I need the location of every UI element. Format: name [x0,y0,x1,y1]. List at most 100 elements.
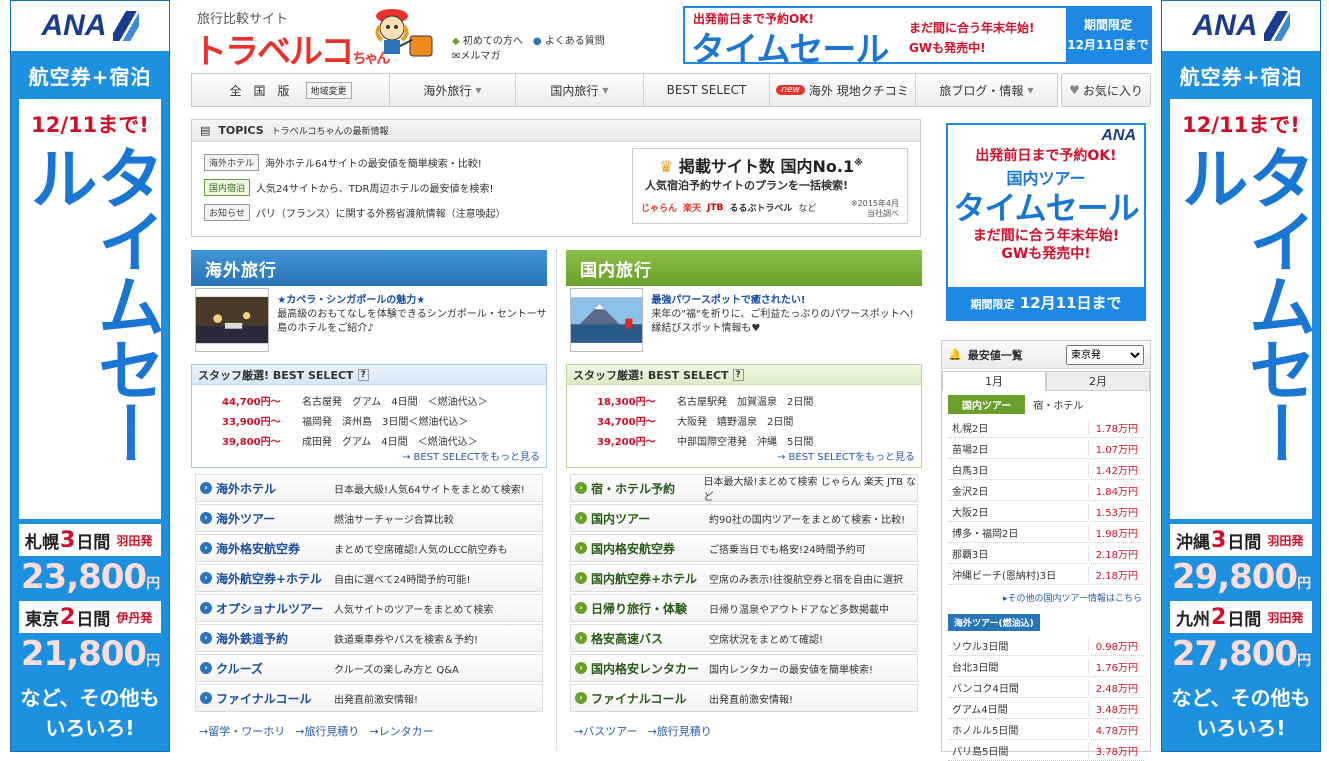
price-row[interactable]: 大阪2日 1.53万円 [948,501,1144,522]
price-row[interactable]: 那覇3日 2.18万円 [948,543,1144,564]
overseas-feature[interactable]: ★カペラ・シンガポールの魅力★ 最高級のおもてなしを体験できるシンガポール・セント… [195,288,547,360]
link-faq[interactable]: よくある質問 [545,36,605,47]
tab-jan[interactable]: 1月 [942,371,1046,391]
help-icon: ? [732,368,744,381]
best-select-box: スタッフ厳選! BEST SELECT? 44,700円〜 名古屋発 グアム 4日… [191,364,547,468]
domestic-feature[interactable]: 最強パワースポットで癒されたい! 来年の"福"を祈りに、ご利益たっぷりのパワースポ… [570,288,922,360]
best-item[interactable]: 39,800円〜 成田発 グアム 4日間 ＜燃油代込＞ [222,433,478,448]
service-row[interactable]: › 格安高速バス 空席状況をまとめて確認! [570,624,918,652]
price-row[interactable]: 金沢2日 1.84万円 [948,480,1144,501]
topic-tag: お知らせ [204,204,250,221]
domestic-more-link[interactable]: ▸その他の国内ツアー情報はこちら [1003,591,1142,604]
link-estimate[interactable]: →旅行見積り [295,723,359,739]
nav-overseas[interactable]: 海外旅行 ▼ [390,74,516,106]
service-row[interactable]: › 海外鉄道予約 鉄道乗車券やパスを検索＆予約! [195,624,543,652]
best-item[interactable]: 44,700円〜 名古屋発 グアム 4日間 ＜燃油代込＞ [222,393,488,408]
price-row[interactable]: パリ島5日間 3.78万円 [948,740,1144,761]
service-row[interactable]: › ファイナルコール 出発直前激安情報! [195,684,543,712]
price-row[interactable]: グアム4日間 3.48万円 [948,698,1144,719]
nav-best-select[interactable]: BEST SELECT [644,74,770,106]
topic-tag: 海外ホテル [204,154,260,171]
favorites-button[interactable]: ♥ お気に入り [1061,73,1151,107]
feature-title: ★カペラ・シンガポールの魅力★ [277,295,426,306]
price-row[interactable]: 博多・福岡2日 1.98万円 [948,522,1144,543]
left-ad-banner[interactable]: ANA 航空券+宿泊 12/11まで! タイムセール 札幌 3 日間 羽田発 23,8… [10,0,170,752]
topic-item[interactable]: お知らせ パリ（フランス）に関する外務省渡航情報（注意喚起） [204,204,506,221]
arrow-icon: › [575,542,587,554]
mascot-icon [375,9,433,57]
service-row[interactable]: › 国内航空券+ホテル 空席のみ表示!往復航空券と宿を自由に選択 [570,564,918,592]
domestic-header[interactable]: 国内旅行 [566,250,922,286]
service-row[interactable]: › ファイナルコール 出発直前激安情報! [570,684,918,712]
site-logo[interactable]: トラベルコちゃん [193,24,390,73]
best-item[interactable]: 39,200円〜 中部国際空港発 沖縄 5日間 [597,433,813,448]
nav-blog[interactable]: 旅ブログ・情報 ▼ [916,74,1057,106]
topic-item[interactable]: 海外ホテル 海外ホテル64サイトの最安値を簡単検索・比較! [204,154,482,171]
arrow-icon: › [200,662,212,674]
price-row[interactable]: 台北3日間 1.76万円 [948,656,1144,677]
banner-white-panel: 12/11まで! タイムセール [17,99,164,519]
caret-down-icon: ▼ [1027,85,1034,95]
best-item[interactable]: 34,700円〜 大阪発 嬉野温泉 2日間 [597,413,793,428]
banner-more: いろいろ! [45,716,135,740]
nav-kuchikomi[interactable]: new 海外 現地クチコミ [770,74,916,106]
price-row[interactable]: ホノルル5日間 4.78万円 [948,719,1144,740]
top-time-sale-banner[interactable]: 出発前日まで予約OK! タイムセール まだ間に合う年末年始! GWも発売中! 期間… [683,6,1152,70]
link-rentacar[interactable]: →レンタカー [369,723,433,739]
service-row[interactable]: › 国内ツアー 約90社の国内ツアーをまとめて検索・比較! [570,504,918,532]
link-first-time[interactable]: 初めての方へ [463,36,523,47]
domestic-tour-time-sale-ad[interactable]: ANA 出発前日まで予約OK! 国内ツアー タイムセール まだ間に合う年末年始!… [946,123,1146,321]
tab-feb[interactable]: 2月 [1046,371,1150,391]
best-item[interactable]: 18,300円〜 名古屋駅発 加賀温泉 2日間 [597,393,813,408]
service-row[interactable]: › クルーズ クルーズの楽しみ方と Q&A [195,654,543,682]
tab-domestic-tour[interactable]: 国内ツアー [948,395,1026,414]
service-row[interactable]: › 海外格安航空券 まとめて空席確認!人気のLCC航空券も [195,534,543,562]
heart-icon: ♥ [1069,83,1080,97]
link-bus-tour[interactable]: →バスツアー [574,723,638,739]
feature-title: 最強パワースポットで癒されたい! [651,295,806,306]
new-badge: new [776,85,805,95]
price-row[interactable]: 白馬3日 1.42万円 [948,459,1144,480]
link-study[interactable]: →留学・ワーホリ [199,723,285,739]
service-row[interactable]: › 国内格安レンタカー 国内レンタカーの最安値を簡単検索! [570,654,918,682]
ad-period: 期間限定 12月11日まで [948,287,1144,319]
price-row[interactable]: ソウル3日間 0.98万円 [948,635,1144,656]
link-estimate[interactable]: →旅行見積り [648,723,712,739]
best-item[interactable]: 33,900円〜 福岡発 済州島 3日間＜燃油代込＞ [222,413,468,428]
region-change-button[interactable]: 地域変更 [305,81,352,99]
nav-zenkoku[interactable]: 全 国 版地域変更 [192,74,390,106]
origin-select[interactable]: 東京発 [1066,345,1144,365]
caret-down-icon: ▼ [475,85,482,95]
service-row[interactable]: › 海外航空券+ホテル 自由に選べて24時間予約可能! [195,564,543,592]
right-ad-banner[interactable]: ANA 航空券+宿泊 12/11まで! タイムセール 沖縄 3 日間 羽田発 29,8… [1161,0,1321,752]
service-row[interactable]: › 海外ホテル 日本最大級!人気64サイトをまとめて検索! [195,474,543,502]
no1-sites-box[interactable]: ♛ 掲載サイト数 国内No.1※ 人気宿泊予約サイトのプランを一括検索! じゃら… [632,148,908,224]
price-row[interactable]: 札幌2日 1.78万円 [948,417,1144,438]
service-row[interactable]: › オプショナルツアー 人気サイトのツアーをまとめて検索 [195,594,543,622]
nav-domestic[interactable]: 国内旅行 ▼ [516,74,644,106]
tab-hotel[interactable]: 宿・ホテル [1033,397,1083,412]
service-row[interactable]: › 国内格安航空券 ご搭乗当日でも格安!24時間予約可 [570,534,918,562]
best-more-link[interactable]: → BEST SELECTをもっと見る [402,448,540,463]
ana-logo: ANA [1101,127,1136,144]
cheapest-title: 最安値一覧 [967,348,1023,362]
banner-subtitle: 航空券+宿泊 [1179,64,1303,89]
arrow-icon: › [200,542,212,554]
domestic-bottom-links: →バスツアー →旅行見積り [574,723,712,739]
price-row[interactable]: バンコク4日間 2.48万円 [948,677,1144,698]
overseas-header[interactable]: 海外旅行 [191,250,547,286]
beginner-icon: ◆ [452,36,460,47]
price-row[interactable]: 沖縄ビーチ(恩納村)3日 2.18万円 [948,564,1144,585]
link-magazine[interactable]: メルマガ [460,51,500,62]
best-more-link[interactable]: → BEST SELECTをもっと見る [777,448,915,463]
deal-line: 九州 2 日間 羽田発 [1170,601,1312,633]
service-row[interactable]: › 海外ツアー 燃油サーチャージ合算比較 [195,504,543,532]
service-row[interactable]: › 日帰り旅行・体験 日帰り温泉やアウトドアなど多数掲載中 [570,594,918,622]
service-row[interactable]: › 宿・ホテル予約 日本最大級!まとめて検索 じゃらん 楽天 JTB など [570,474,918,503]
topic-item[interactable]: 国内宿泊 人気24サイトから、TDR周辺ホテルの最安値を検索! [204,179,494,196]
price-row[interactable]: 苗場2日 1.07万円 [948,438,1144,459]
banner-title: タイムセール [691,30,889,70]
arrow-icon: › [200,602,212,614]
topics-title: TOPICS [218,124,264,137]
banner-more: いろいろ! [1196,716,1286,740]
